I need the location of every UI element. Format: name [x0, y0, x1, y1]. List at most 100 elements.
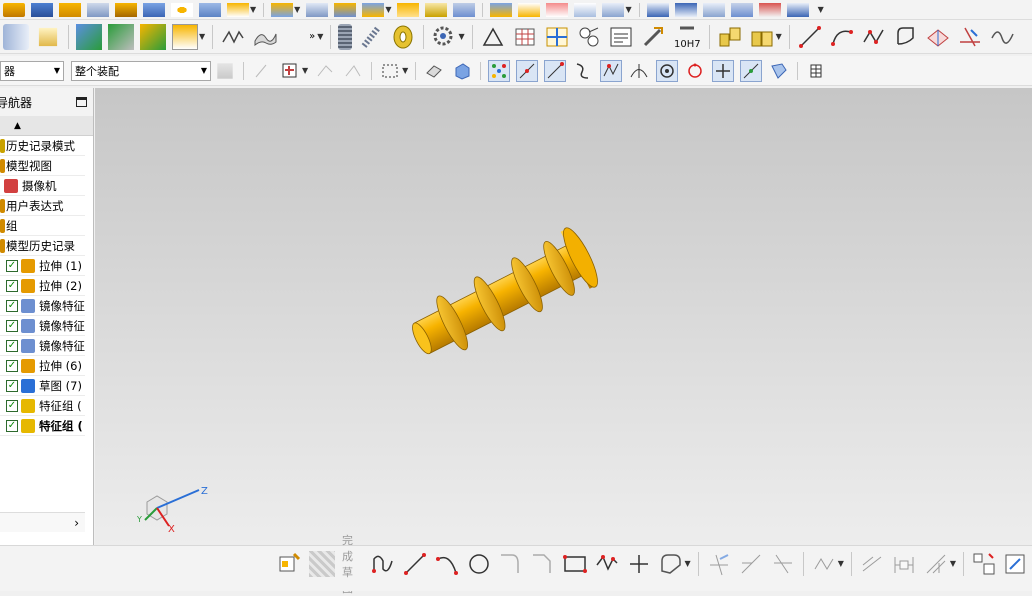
tree-node[interactable]: 摄像机 [0, 176, 85, 196]
snap-point-on-curve-icon[interactable] [712, 59, 735, 82]
chevron-down-icon[interactable]: ▼ [776, 32, 782, 41]
filter-reset-icon[interactable] [217, 62, 233, 79]
snap-point-on-face-icon[interactable] [740, 59, 763, 82]
sketch-arc-icon[interactable] [434, 551, 460, 577]
sketch-chamfer-icon[interactable] [530, 551, 556, 577]
assembly-components-icon[interactable] [717, 24, 743, 50]
law-extension-icon[interactable] [786, 2, 809, 17]
profile-icon[interactable] [370, 551, 396, 577]
tree-node[interactable]: 模型历史记录 [0, 236, 85, 256]
sketch-relations-icon[interactable] [1003, 551, 1029, 577]
chevron-down-icon[interactable]: ▼ [317, 32, 323, 41]
sketch-circle-icon[interactable] [466, 551, 492, 577]
visibility-checkbox[interactable]: ✓ [6, 279, 18, 292]
shaft-part[interactable] [402, 224, 604, 370]
chevron-down-icon[interactable]: ▼ [685, 559, 691, 568]
chevron-down-icon[interactable]: ▼ [458, 32, 464, 41]
graphics-window[interactable]: Z X Y [95, 88, 1032, 545]
boolean-icon[interactable] [227, 2, 249, 17]
spline-edit-icon[interactable] [989, 24, 1015, 50]
snap-arc-center-icon[interactable] [656, 59, 679, 82]
snap-curve-icon[interactable] [572, 60, 594, 82]
chevron-down-icon[interactable]: ▼ [402, 66, 408, 75]
spring-icon[interactable] [358, 24, 384, 50]
selection-scope-dropdown[interactable]: 整个装配 ▼ [71, 60, 211, 81]
overflow-chevron-icon[interactable]: » [309, 31, 315, 42]
tree-node[interactable]: ✓ 特征组 ( [0, 416, 85, 436]
swept-icon[interactable] [702, 2, 725, 17]
chevron-down-icon[interactable]: ▼ [950, 559, 956, 568]
fillet-curve-icon[interactable] [893, 24, 919, 50]
blend-face-icon[interactable] [518, 2, 541, 17]
note-block-icon[interactable] [608, 24, 634, 50]
tree-node[interactable]: ✓ 特征组 ( [0, 396, 85, 416]
snap-bounded-grid-icon[interactable] [768, 60, 790, 82]
array-feature-icon[interactable] [171, 2, 193, 17]
tree-node[interactable]: ✓ 镜像特征 [0, 316, 85, 336]
curve-on-surface-icon[interactable] [220, 24, 246, 50]
project-curve-icon[interactable] [925, 24, 951, 50]
trim-body-icon[interactable] [199, 2, 221, 17]
quick-extend-icon[interactable] [738, 551, 764, 577]
face-icon[interactable] [574, 2, 597, 17]
type-filter-dropdown[interactable]: 器 ▼ [0, 60, 64, 81]
tree-node[interactable]: ✓ 拉伸 (6) [0, 356, 85, 376]
line-icon[interactable] [797, 24, 823, 50]
tree-node[interactable]: 组 [0, 216, 85, 236]
tree-node[interactable]: ✓ 草图 (7) [0, 376, 85, 396]
tolerance-icon[interactable]: 10H7 [672, 24, 702, 50]
tree-node[interactable]: ✓ 镜像特征 [0, 336, 85, 356]
snap-endpoint-icon[interactable] [488, 59, 511, 82]
visibility-checkbox[interactable]: ✓ [6, 379, 18, 392]
bounded-plane-icon[interactable] [730, 2, 753, 17]
snap-midpoint-icon[interactable] [516, 59, 539, 82]
pattern-icon[interactable] [87, 2, 109, 17]
sketch-line-icon[interactable] [402, 551, 428, 577]
chevron-down-icon[interactable]: ▼ [625, 5, 631, 14]
shell-icon[interactable] [3, 2, 25, 17]
quick-trim-icon[interactable] [706, 551, 732, 577]
add-component-icon[interactable] [749, 24, 775, 50]
wave-link-icon[interactable] [76, 23, 102, 50]
sketch-rectangle-icon[interactable] [562, 551, 588, 577]
make-corner-icon[interactable] [770, 551, 796, 577]
snap-quadrant-icon[interactable] [684, 60, 706, 82]
workplane-icon[interactable] [805, 60, 827, 82]
gear-modeling-icon[interactable] [431, 24, 457, 50]
split-body-icon[interactable] [546, 2, 569, 17]
cylinder-icon[interactable] [59, 2, 81, 17]
studio-surface-icon[interactable] [646, 2, 669, 17]
tree-node[interactable]: ✓ 拉伸 (2) [0, 276, 85, 296]
part-navigator-icon[interactable] [3, 23, 29, 50]
tree-node[interactable]: 历史记录模式 [0, 136, 85, 156]
visibility-checkbox[interactable]: ✓ [6, 259, 18, 272]
snap-tangent-icon[interactable] [628, 60, 650, 82]
trimmed-sheet-icon[interactable] [758, 2, 781, 17]
chevron-down-icon[interactable]: ▼ [385, 5, 391, 14]
promote-body-icon[interactable] [108, 23, 134, 50]
mesh-surface-icon[interactable] [674, 2, 697, 17]
datum-plane-icon[interactable] [271, 2, 294, 17]
thicken-icon[interactable] [453, 2, 476, 17]
thread-icon[interactable] [338, 23, 353, 50]
select-intent-icon[interactable] [314, 60, 336, 82]
deselect-icon[interactable] [342, 60, 364, 82]
sketch-point-icon[interactable] [626, 551, 652, 577]
studio-spline-icon[interactable] [861, 24, 887, 50]
extract-body-icon[interactable] [140, 23, 166, 50]
trim-curve-icon[interactable] [957, 24, 983, 50]
arc-icon[interactable] [829, 24, 855, 50]
table-note-icon[interactable] [512, 24, 538, 50]
chevron-down-icon[interactable]: ▼ [818, 5, 824, 14]
sketch-offset-icon[interactable] [658, 551, 684, 577]
triangle-icon[interactable] [480, 24, 506, 50]
chevron-down-icon[interactable]: ▼ [294, 5, 300, 14]
tree-node[interactable]: ✓ 拉伸 (1) [0, 256, 85, 276]
visibility-checkbox[interactable]: ✓ [6, 399, 18, 412]
tree-node[interactable]: 用户表达式 [0, 196, 85, 216]
snap-point-icon[interactable] [251, 60, 273, 82]
patch-icon[interactable] [425, 2, 448, 17]
linear-dimension-icon[interactable] [891, 551, 917, 577]
bearing-icon[interactable] [390, 24, 416, 50]
block-icon[interactable] [31, 2, 53, 17]
